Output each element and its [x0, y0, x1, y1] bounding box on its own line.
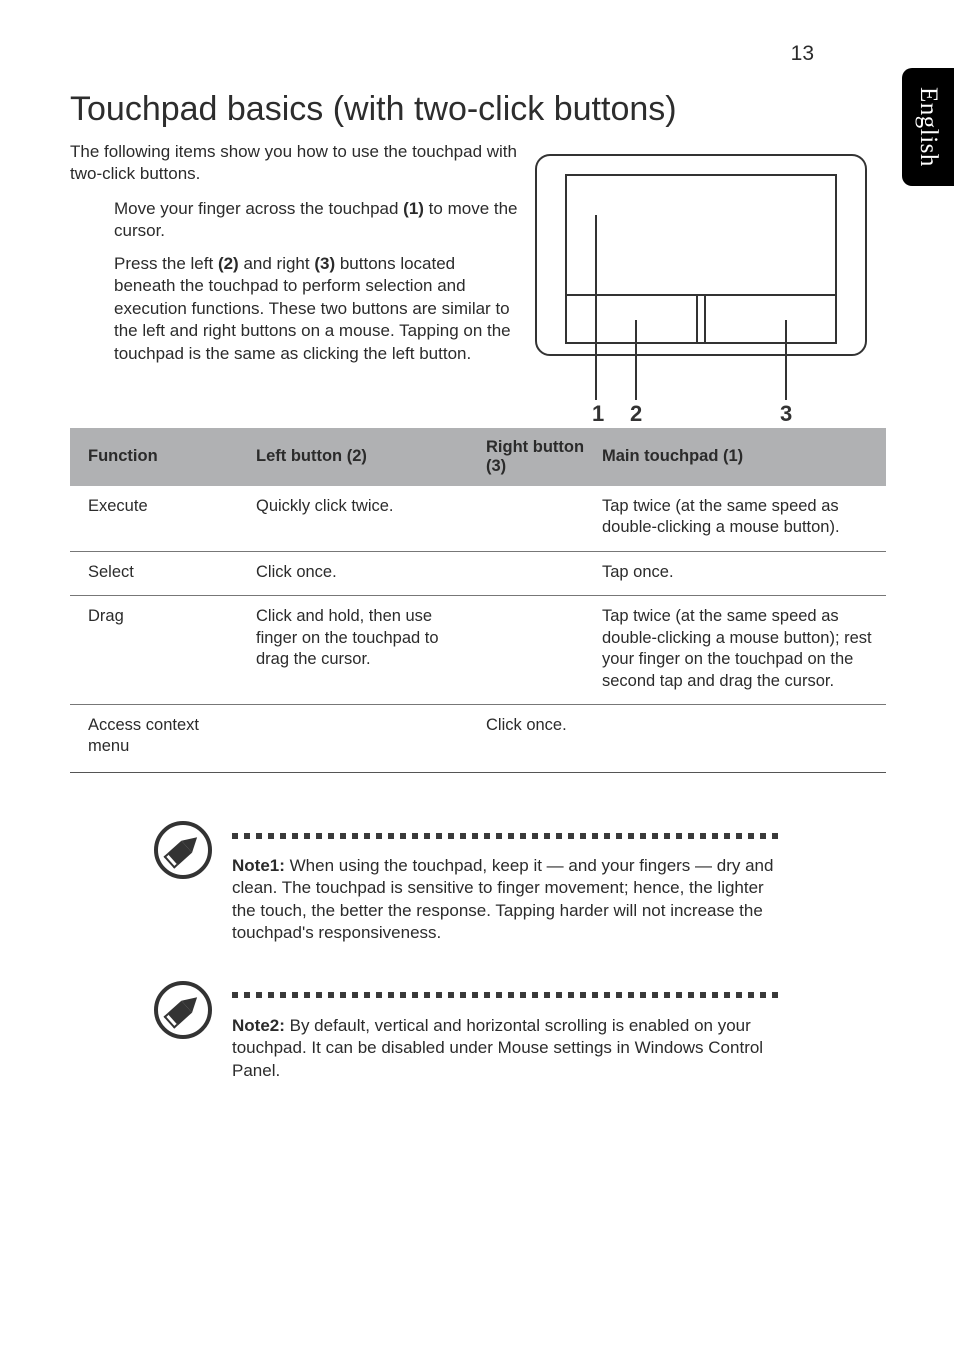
- table-row: Access context menu Click once.: [70, 705, 886, 773]
- diagram-label-3: 3: [780, 401, 792, 425]
- language-tab-label: English: [914, 87, 942, 167]
- th-left-button: Left button (2): [250, 428, 480, 486]
- note-1: Note1: When using the touchpad, keep it …: [154, 821, 886, 945]
- note-2: Note2: By default, vertical and horizont…: [154, 981, 886, 1082]
- pencil-icon: [154, 821, 212, 879]
- note-1-text: Note1: When using the touchpad, keep it …: [232, 855, 792, 945]
- diagram-label-1: 1: [592, 401, 604, 425]
- diagram-label-2: 2: [630, 401, 642, 425]
- table-row: Drag Click and hold, then use finger on …: [70, 596, 886, 705]
- table-row: Select Click once. Tap once.: [70, 551, 886, 595]
- page-title: Touchpad basics (with two-click buttons): [70, 90, 886, 129]
- functions-table: Function Left button (2) Right button (3…: [70, 428, 886, 773]
- bullet-2: Press the left (2) and right (3) buttons…: [114, 253, 520, 365]
- pencil-icon: [154, 981, 212, 1039]
- bullet-1: Move your finger across the touchpad (1)…: [114, 198, 520, 243]
- language-tab: English: [902, 68, 954, 186]
- th-main-touchpad: Main touchpad (1): [596, 428, 886, 486]
- note-2-text: Note2: By default, vertical and horizont…: [232, 1015, 792, 1082]
- table-row: Execute Quickly click twice. Tap twice (…: [70, 486, 886, 551]
- separator-dots: [232, 987, 792, 1005]
- touchpad-diagram: 1 2 3: [526, 145, 886, 430]
- th-right-button: Right button (3): [480, 428, 596, 486]
- th-function: Function: [70, 428, 250, 486]
- lead-paragraph: The following items show you how to use …: [70, 141, 520, 186]
- separator-dots: [232, 827, 792, 845]
- page-number: 13: [791, 42, 814, 66]
